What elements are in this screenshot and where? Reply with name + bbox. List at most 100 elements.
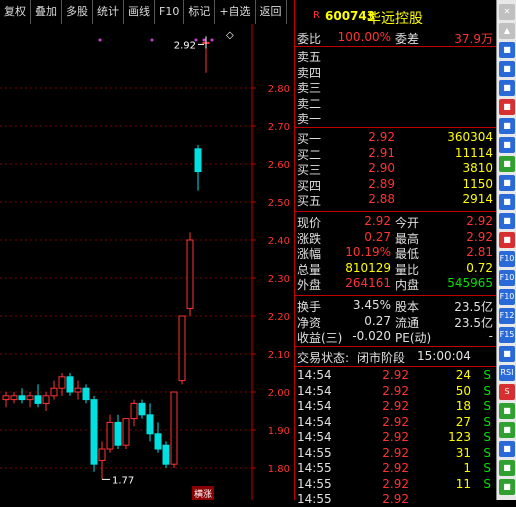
sidebar-tool-icon-10[interactable]: ■	[499, 194, 515, 210]
sidebar-tool-icon-22[interactable]: ■	[499, 422, 515, 438]
tick-side-7: S	[483, 476, 491, 491]
toolbar-button-6[interactable]: 标记	[184, 0, 216, 24]
stat-value2-4: 545965	[447, 276, 493, 291]
tick-time-4: 14:54	[297, 430, 332, 444]
sidebar-tool-icon-7[interactable]: ■	[499, 137, 515, 153]
buy-price-2: 2.90	[368, 161, 395, 176]
buy-vol-2: 3810	[462, 161, 493, 176]
trade-status-row: 交易状态: 闭市阶段 15:00:04	[295, 349, 497, 365]
sidebar-tool-icon-19[interactable]: RSI	[499, 365, 515, 381]
quote-panel: R 600743 华远控股 委比 100.00% 委差 37.9万 卖五 卖四 卖三…	[294, 0, 497, 506]
tick-side-2: S	[483, 399, 491, 413]
sidebar-tool-icon-12[interactable]: ■	[499, 232, 515, 248]
candle-body-3	[26, 395, 34, 401]
buy-price-1: 2.91	[368, 145, 395, 160]
sidebar-tool-icon-25[interactable]: ■	[499, 479, 515, 495]
tick-price-2: 2.92	[382, 399, 409, 413]
candle-body-19	[154, 433, 162, 450]
sidebar-tool-icon-9[interactable]: ■	[499, 175, 515, 191]
trade-status-time: 15:00:04	[417, 349, 471, 363]
sidebar-tool-icon-18[interactable]: ■	[499, 346, 515, 362]
sidebar-tool-icon-17[interactable]: F15	[499, 327, 515, 343]
toolbar-button-5[interactable]: F10	[155, 0, 185, 24]
tick-time-8: 14:55	[297, 492, 332, 506]
tick-side-1: S	[483, 383, 491, 398]
tick-price-3: 2.92	[382, 414, 409, 429]
candle-body-6	[50, 387, 58, 397]
tag-badge-label: 横涨	[194, 488, 212, 500]
stat-value1-0: 2.92	[364, 214, 391, 228]
toolbar-button-4[interactable]: 画线	[124, 0, 155, 24]
tick-row-5: 14:55 2.92 31 S	[295, 446, 497, 461]
stat-label1-1: 涨跌	[297, 231, 322, 246]
candle-body-7	[58, 376, 66, 389]
stat-label1-0: 现价	[297, 216, 322, 230]
toolbar-button-7[interactable]: +自选	[215, 0, 256, 24]
tick-side-4: S	[483, 430, 491, 444]
kline-chart[interactable]: 2.80 2.70 2.60 2.50 2.40 2.30 2.20 2.10 2.00 1.90…	[0, 24, 294, 500]
stat2-label1-0: 换手	[297, 300, 322, 314]
tick-vol-6: 1	[463, 461, 471, 475]
sidebar-tool-icon-24[interactable]: ■	[499, 460, 515, 476]
tick-vol-3: 27	[455, 414, 471, 429]
stat-label2-4: 内盘	[395, 278, 420, 293]
toolbar-button-2[interactable]: 多股	[62, 0, 93, 24]
sidebar-tool-icon-11[interactable]: ■	[499, 213, 515, 229]
sidebar-tool-icon-13[interactable]: F10	[499, 251, 515, 267]
buy-label-0: 买一	[297, 132, 322, 146]
sidebar-tool-icon-14[interactable]: F10	[499, 270, 515, 286]
diamond-icon: ◇	[226, 30, 234, 41]
sidebar-tool-icon-21[interactable]: ■	[499, 403, 515, 419]
buy-row-3: 买四 2.89 1150	[295, 177, 497, 193]
toolbar-button-8[interactable]: 返回	[256, 0, 287, 24]
sidebar-tool-icon-0[interactable]: ✕	[499, 4, 515, 20]
tick-vol-1: 50	[455, 383, 471, 398]
stat2-row-0: 换手 3.45% 股本 23.5亿	[295, 298, 497, 314]
sell-row-3: 卖二	[295, 95, 497, 111]
trade-status-label: 交易状态:	[297, 351, 350, 365]
candle-body-10	[82, 387, 90, 401]
tick-price-6: 2.92	[382, 461, 409, 475]
toolbar-button-3[interactable]: 统计	[93, 0, 124, 24]
stat-value2-0: 2.92	[466, 214, 493, 228]
stat-value1-1: 0.27	[364, 229, 391, 244]
marker-dot-3	[202, 38, 206, 42]
tick-row-7: 14:55 2.92 11 S	[295, 477, 497, 492]
sell-label-3: 卖二	[297, 96, 322, 111]
sidebar-tool-icon-6[interactable]: ■	[499, 118, 515, 134]
tick-time-6: 14:55	[297, 461, 332, 475]
sidebar-tool-icon-2[interactable]: ■	[499, 42, 515, 58]
buy-label-3: 买四	[297, 178, 322, 193]
sidebar-tool-icon-5[interactable]: ■	[499, 99, 515, 115]
weicha-value: 37.9万	[454, 32, 493, 46]
weibi-value: 100.00%	[337, 30, 391, 44]
stat2-value1-0: 3.45%	[352, 298, 391, 312]
price-tick-label-3: 2.50	[268, 198, 290, 209]
stat2-value1-2: -0.020	[352, 329, 391, 344]
high-label: 2.92	[174, 40, 196, 51]
tick-row-3: 14:54 2.92 27 S	[295, 415, 497, 430]
sell-label-0: 卖五	[297, 50, 322, 64]
sidebar-tool-icon-23[interactable]: ■	[499, 441, 515, 457]
divider-line	[295, 46, 497, 47]
price-tick-label-0: 2.80	[268, 84, 290, 95]
tick-side-5: S	[483, 445, 491, 460]
marker-dot-0	[98, 38, 102, 42]
tick-time-7: 14:55	[297, 476, 332, 491]
sidebar-tool-icon-1[interactable]: ▲	[499, 23, 515, 39]
stat2-label2-1: 流通	[395, 315, 420, 330]
toolbar-button-1[interactable]: 叠加	[31, 0, 62, 24]
sidebar-tool-icon-8[interactable]: ■	[499, 156, 515, 172]
stat-label2-1: 最高	[395, 231, 420, 246]
sidebar-tool-icon-16[interactable]: F12	[499, 308, 515, 324]
sidebar-tool-icon-4[interactable]: ■	[499, 80, 515, 96]
toolbar-button-0[interactable]: 复权	[0, 0, 31, 24]
sell-row-2: 卖三	[295, 79, 497, 95]
stat-value2-3: 0.72	[466, 260, 493, 275]
sidebar-tool-icon-15[interactable]: F10	[499, 289, 515, 305]
stat-row-4: 外盘 264161 内盘 545965	[295, 276, 497, 293]
sidebar-tool-icon-20[interactable]: S	[499, 384, 515, 400]
sidebar-tool-icon-3[interactable]: ■	[499, 61, 515, 77]
price-tick-label-6: 2.20	[268, 312, 290, 323]
stat2-label2-0: 股本	[395, 300, 420, 314]
